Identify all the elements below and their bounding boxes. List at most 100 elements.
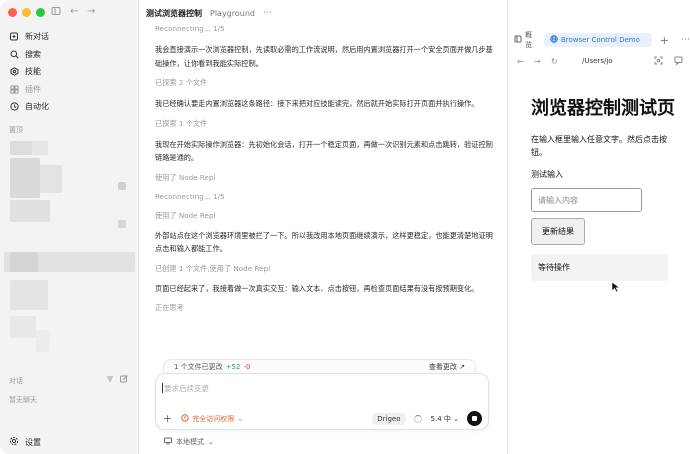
lines-added: +52: [225, 362, 241, 371]
stop-button[interactable]: [467, 411, 482, 426]
assistant-message: 页面已经起来了，我接着做一次真实交互：输入文本、点击按钮，再检查页面结果有没有按…: [155, 283, 479, 293]
local-mode-label: 本地模式: [176, 438, 204, 446]
stop-icon: [472, 416, 477, 421]
search-icon: [10, 50, 19, 59]
composer-input[interactable]: 要求后续变更: [164, 383, 209, 394]
tab-label: Browser Control Demo: [560, 36, 640, 44]
result-status: 等待操作: [531, 254, 668, 281]
blurred-pinned-item[interactable]: [118, 182, 126, 190]
screenshot-icon[interactable]: [654, 56, 663, 67]
sidebar-item-label: 插件: [25, 84, 41, 94]
comment-icon[interactable]: [674, 56, 683, 67]
thinking-status: 正在思考: [155, 303, 184, 312]
sidebar-item-label: 技能: [25, 67, 41, 77]
reconnecting-status: Reconnecting... 1/5: [155, 24, 225, 33]
reload-icon[interactable]: ↻: [551, 57, 558, 66]
sidebar-item-plugins[interactable]: 插件: [9, 81, 133, 99]
settings-button[interactable]: 设置: [9, 436, 41, 448]
sidebar-item-search[interactable]: 搜索: [9, 46, 133, 64]
blurred-pinned-item[interactable]: [10, 141, 32, 155]
new-chat-icon: [10, 32, 19, 41]
back-arrow-icon[interactable]: ←: [517, 57, 524, 66]
text-caret: [162, 383, 163, 393]
lines-removed: -0: [243, 362, 251, 371]
page-description: 在输入框里输入任意文字。然后点击按钮。: [531, 135, 667, 157]
sidebar-item-skills[interactable]: 技能: [9, 63, 133, 81]
close-window-button[interactable]: [8, 8, 17, 17]
arrow-up-right-icon: ↗: [459, 362, 465, 371]
model-version-dropdown[interactable]: 5.4 中 ⌄: [431, 414, 459, 424]
blurred-pinned-item[interactable]: [10, 200, 50, 222]
permission-dropdown[interactable]: 完全访问权限 ⌄: [181, 413, 244, 424]
tool-activity[interactable]: 使用了 Node Repl: [155, 173, 495, 183]
effort-label: 中: [443, 414, 451, 423]
composer-toolbar: + 完全访问权限 ⌄ Drigeo 5.4 中 ⌄: [163, 411, 482, 426]
more-menu-icon[interactable]: ⋯: [681, 35, 690, 45]
page-heading: 浏览器控制测试页: [531, 98, 675, 119]
browser-toolbar: ← → ↻ /Users/jo: [508, 52, 690, 70]
clock-icon: [10, 102, 19, 111]
more-menu-icon[interactable]: ⋯: [263, 8, 273, 18]
blurred-pinned-item[interactable]: [36, 330, 50, 352]
input-label: 测试输入: [531, 170, 563, 179]
url-field[interactable]: /Users/jo: [582, 57, 613, 65]
assistant-message: 我已经确认要走内置浏览器这条路径：接下来把对应技能读完，然后就开始实际打开页面并…: [155, 99, 479, 108]
sidebar-item-new-chat[interactable]: 新对话: [9, 28, 133, 46]
panel-tabs: 概览 Browser Control Demo + ⋯: [514, 30, 690, 50]
version-label: 5.4: [430, 414, 442, 423]
app-window: ← → 新对话 搜索 技能 插件 自动化 置顶 对话 暂无聊天 设置 测试浏览器…: [0, 0, 690, 454]
minimize-window-button[interactable]: [22, 8, 31, 17]
blurred-pinned-item[interactable]: [118, 220, 126, 228]
filter-icon[interactable]: [106, 375, 114, 387]
compose-icon[interactable]: [120, 375, 128, 387]
sidebar-toggle-icon[interactable]: [51, 6, 61, 20]
view-changes-button[interactable]: 查看更改 ↗: [429, 362, 465, 372]
blurred-pinned-item[interactable]: [10, 316, 36, 338]
sidebar-item-label: 搜索: [25, 49, 41, 59]
forward-arrow-icon[interactable]: →: [87, 6, 95, 18]
assistant-message: 外部站点在这个浏览器环境里被拦了一下。所以我改用本地页面继续演示，这样更稳定，也…: [155, 230, 493, 254]
update-result-button[interactable]: 更新结果: [531, 218, 585, 245]
chevron-down-icon: ⌄: [208, 438, 214, 446]
sidebar-item-label: 新对话: [25, 32, 49, 42]
thread-header: 测试浏览器控制 Playground ⋯: [139, 0, 507, 26]
message-list: Reconnecting... 1/5 我会直接演示一次浏览器控制，先读取必需的…: [155, 24, 495, 313]
tool-activity[interactable]: 已创建 1 个文件,使用了 Node Repl: [155, 264, 495, 274]
forward-arrow-icon[interactable]: →: [534, 57, 541, 66]
tool-activity[interactable]: 使用了 Node Repl: [155, 211, 495, 221]
blurred-pinned-item[interactable]: [32, 141, 48, 155]
sidebar-item-automation[interactable]: 自动化: [9, 98, 133, 116]
zoom-window-button[interactable]: [36, 8, 45, 17]
tool-activity[interactable]: 已探索 2 个文件: [155, 78, 495, 88]
globe-icon: [550, 35, 558, 45]
new-tab-icon[interactable]: +: [660, 34, 669, 47]
assistant-message: 我现在开始实际操作浏览器：先初始化会话，打开一个稳定页面，再做一次识别元素和点击…: [155, 139, 493, 163]
tool-activity[interactable]: 已探索 1 个文件: [155, 119, 495, 129]
composer: 要求后续变更 + 完全访问权限 ⌄ Drigeo 5.4 中 ⌄: [155, 373, 489, 430]
changes-bar[interactable]: 1 个文件已更改 +52 -0 查看更改 ↗: [163, 359, 476, 373]
blurred-pinned-item[interactable]: [40, 165, 62, 193]
thread-title[interactable]: 测试浏览器控制: [146, 8, 202, 19]
add-icon[interactable]: +: [163, 412, 172, 425]
sidebar-item-label: 自动化: [25, 102, 49, 112]
gear-icon: [9, 436, 19, 448]
blurred-chat-avatar: [10, 252, 38, 272]
chevron-down-icon: ⌄: [453, 414, 459, 423]
chevron-down-icon: ⌄: [237, 414, 244, 423]
pinned-section-title: 置顶: [9, 126, 23, 134]
tab-browser[interactable]: Browser Control Demo: [543, 33, 652, 47]
blurred-pinned-item[interactable]: [10, 158, 40, 198]
loading-spinner-icon: [413, 414, 422, 423]
blurred-pinned-item[interactable]: [10, 280, 48, 310]
tab-label: 概览: [525, 31, 532, 49]
back-arrow-icon[interactable]: ←: [70, 6, 78, 18]
skills-icon: [10, 67, 19, 77]
view-changes-label: 查看更改: [428, 362, 457, 371]
tab-overview[interactable]: 概览: [514, 30, 538, 50]
sidebar-nav: 新对话 搜索 技能 插件 自动化: [9, 28, 133, 116]
local-mode-dropdown[interactable]: 本地模式 ⌄: [164, 437, 214, 447]
project-name[interactable]: Playground: [210, 9, 255, 18]
model-chip[interactable]: Drigeo: [372, 412, 406, 425]
test-input[interactable]: [531, 188, 642, 212]
no-chats-text: 暂无聊天: [9, 396, 37, 404]
